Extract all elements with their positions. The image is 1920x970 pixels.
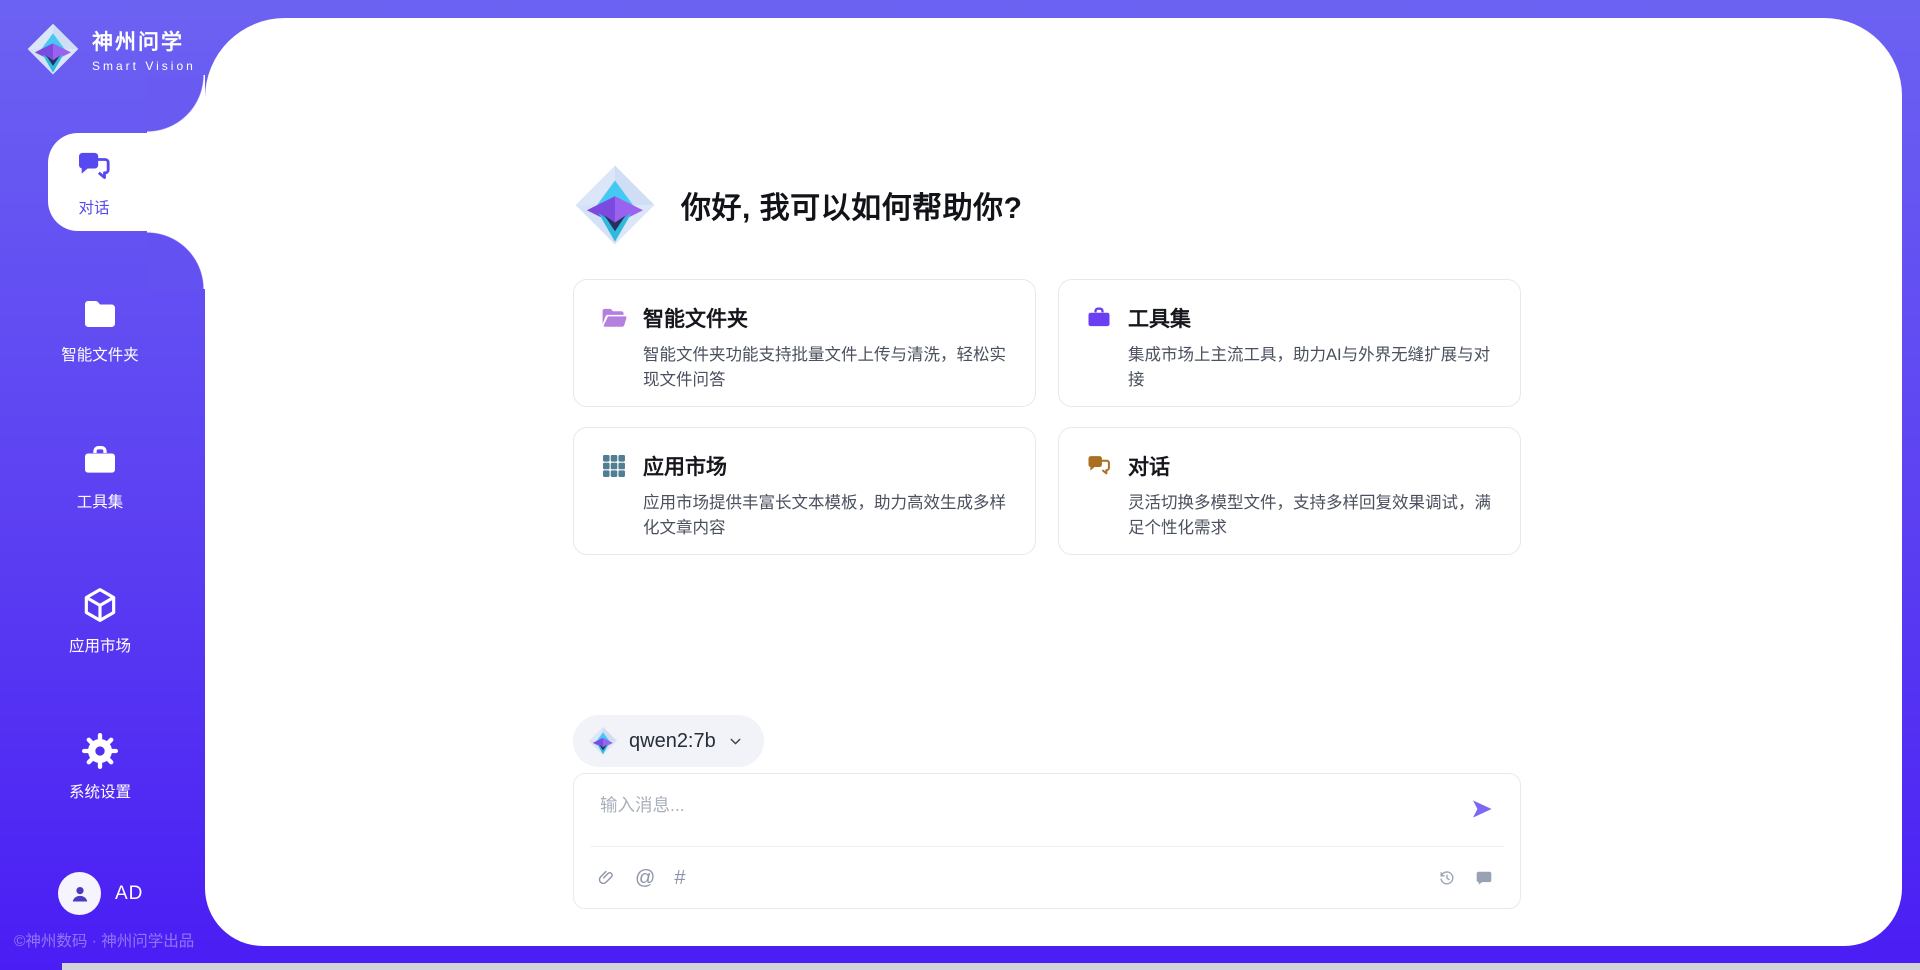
card-text: 对话 灵活切换多模型文件，支持多样回复效果调试，满足个性化需求 [1128, 451, 1494, 531]
avatar [58, 872, 101, 915]
copyright-footer: ©神州数码 · 神州问学出品 [14, 929, 194, 951]
hashtag-icon[interactable]: # [674, 868, 685, 888]
sidebar-item-label: 应用市场 [0, 634, 200, 656]
sidebar-item-smart-folder[interactable]: 智能文件夹 [0, 294, 200, 365]
toolbox-icon [80, 441, 120, 481]
active-tab-curve-bottom [147, 231, 205, 289]
card-app-market[interactable]: 应用市场 应用市场提供丰富长文本模板，助力高效生成多样化文章内容 [573, 427, 1036, 555]
card-text: 应用市场 应用市场提供丰富长文本模板，助力高效生成多样化文章内容 [643, 451, 1009, 531]
user-avatar-icon [68, 882, 92, 906]
send-icon[interactable] [1470, 797, 1494, 821]
sidebar-item-chat[interactable]: 对话 [48, 133, 206, 231]
chevron-down-icon [727, 733, 744, 750]
sidebar-item-settings[interactable]: 系统设置 [0, 731, 200, 802]
sidebar-item-label: 工具集 [0, 490, 200, 512]
sidebar-item-toolset[interactable]: 工具集 [0, 441, 200, 512]
main-content: 你好, 我可以如何帮助你? 智能文件夹 智能文件夹功能支持批量文件上传与清洗，轻… [573, 163, 1521, 909]
sidebar-item-app-market[interactable]: 应用市场 [0, 585, 200, 656]
screen-bottom-edge [62, 963, 1920, 970]
brand-name: 神州问学 [92, 26, 196, 56]
composer-tools-right [1437, 868, 1494, 888]
greeting: 你好, 我可以如何帮助你? [573, 163, 1521, 247]
gear-icon [80, 731, 120, 771]
card-smart-folder[interactable]: 智能文件夹 智能文件夹功能支持批量文件上传与清洗，轻松实现文件问答 [573, 279, 1036, 407]
card-title: 对话 [1128, 451, 1494, 481]
card-toolset[interactable]: 工具集 集成市场上主流工具，助力AI与外界无缝扩展与对接 [1058, 279, 1521, 407]
sidebar-item-label: 智能文件夹 [0, 343, 200, 365]
toolbox-icon [1085, 304, 1113, 332]
card-description: 灵活切换多模型文件，支持多样回复效果调试，满足个性化需求 [1128, 491, 1494, 541]
brand-text: 神州问学 Smart Vision [92, 26, 196, 73]
model-selector[interactable]: qwen2:7b [573, 715, 764, 767]
mention-icon[interactable]: @ [635, 868, 655, 888]
message-composer: @ # [573, 773, 1521, 909]
composer-tools-left: @ # [596, 868, 685, 888]
user-profile[interactable]: AD [58, 872, 143, 915]
card-description: 应用市场提供丰富长文本模板，助力高效生成多样化文章内容 [643, 491, 1009, 541]
card-description: 集成市场上主流工具，助力AI与外界无缝扩展与对接 [1128, 343, 1494, 393]
sidebar-item-label: 对话 [48, 196, 140, 218]
attachment-icon[interactable] [596, 868, 616, 888]
brand-subtitle: Smart Vision [92, 59, 196, 73]
chat-icon [1085, 452, 1113, 480]
card-description: 智能文件夹功能支持批量文件上传与清洗，轻松实现文件问答 [643, 343, 1009, 393]
model-selector-row: qwen2:7b [573, 715, 1521, 767]
sidebar-item-chat-inner: 对话 [48, 147, 140, 218]
prism-diamond-logo [573, 163, 657, 247]
card-title: 智能文件夹 [643, 303, 1009, 333]
app-logo: 神州问学 Smart Vision [26, 22, 196, 76]
history-icon[interactable] [1437, 868, 1457, 888]
message-input[interactable] [600, 795, 1470, 816]
grid-icon [600, 452, 628, 480]
composer-toolbar: @ # [574, 847, 1520, 908]
folder-icon [80, 294, 120, 334]
card-text: 智能文件夹 智能文件夹功能支持批量文件上传与清洗，轻松实现文件问答 [643, 303, 1009, 383]
folder-open-icon [600, 304, 628, 332]
prism-diamond-logo [26, 22, 80, 76]
card-title: 应用市场 [643, 451, 1009, 481]
feedback-bubble-icon[interactable] [1474, 868, 1494, 888]
prism-diamond-logo [588, 726, 618, 756]
cube-icon [80, 585, 120, 625]
page-title: 你好, 我可以如何帮助你? [681, 183, 1023, 227]
composer-input-row [574, 774, 1520, 846]
card-chat[interactable]: 对话 灵活切换多模型文件，支持多样回复效果调试，满足个性化需求 [1058, 427, 1521, 555]
card-text: 工具集 集成市场上主流工具，助力AI与外界无缝扩展与对接 [1128, 303, 1494, 383]
chat-icon [74, 147, 114, 187]
model-name: qwen2:7b [629, 730, 716, 753]
sidebar-item-label: 系统设置 [0, 780, 200, 802]
active-tab-curve-top [147, 75, 205, 133]
user-initials: AD [115, 883, 143, 905]
card-title: 工具集 [1128, 303, 1494, 333]
main-panel: 你好, 我可以如何帮助你? 智能文件夹 智能文件夹功能支持批量文件上传与清洗，轻… [205, 18, 1902, 946]
feature-cards: 智能文件夹 智能文件夹功能支持批量文件上传与清洗，轻松实现文件问答 工具集 集成… [573, 279, 1521, 555]
